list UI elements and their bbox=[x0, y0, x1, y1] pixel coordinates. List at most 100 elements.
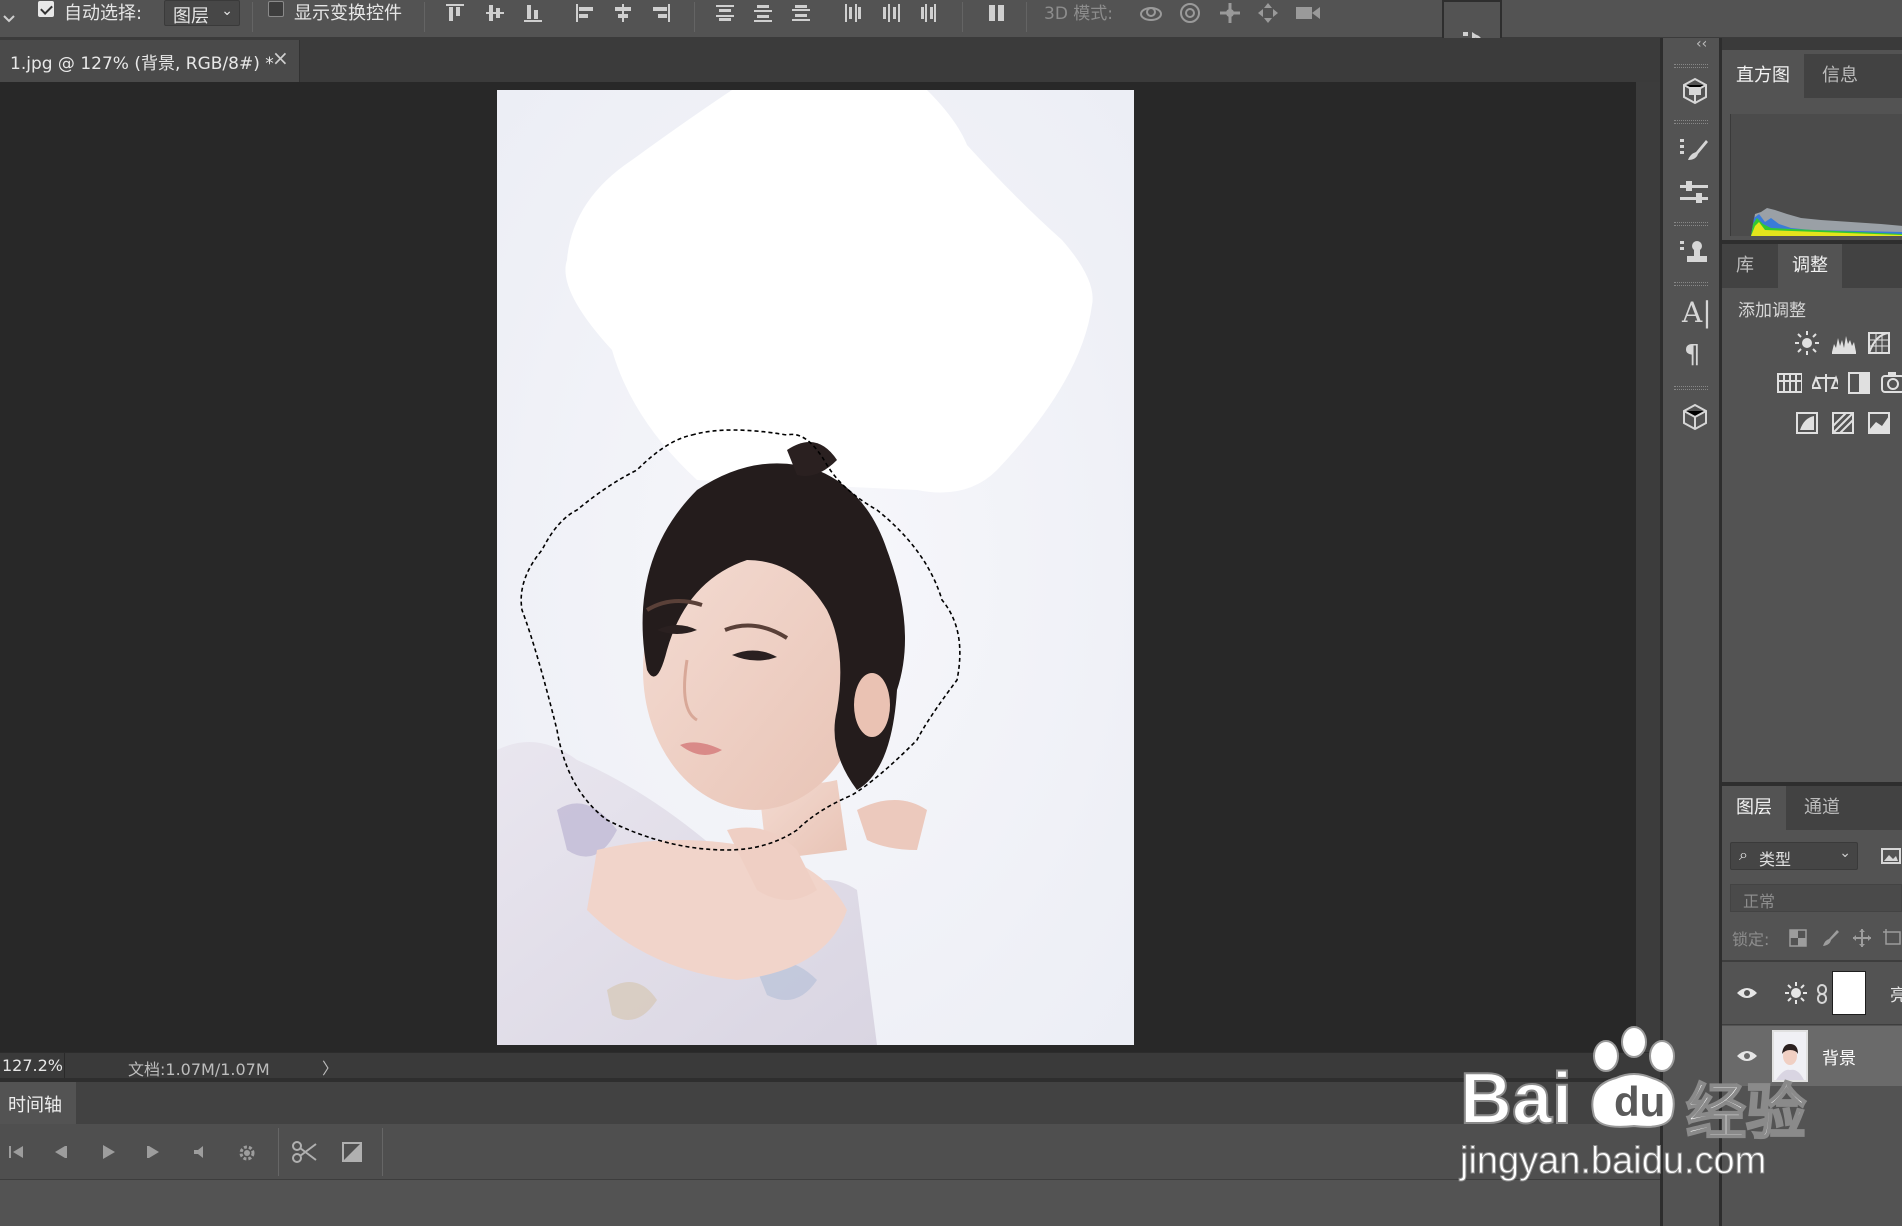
tab-info[interactable]: 信息 bbox=[1808, 54, 1872, 98]
auto-align-icon[interactable] bbox=[986, 2, 1008, 24]
slide-3d-icon[interactable] bbox=[1256, 1, 1280, 25]
timeline-separator bbox=[382, 1128, 383, 1176]
tool-preset-chevron-icon[interactable] bbox=[2, 8, 16, 28]
distribute-left-icon[interactable] bbox=[842, 2, 864, 24]
previous-frame-icon[interactable] bbox=[50, 1142, 70, 1162]
add-adjustment-label: 添加调整 bbox=[1738, 301, 1806, 321]
layer-name: 亮 bbox=[1890, 986, 1902, 1006]
vertical-scrollbar[interactable] bbox=[1636, 82, 1660, 1052]
brush-settings-icon[interactable] bbox=[1678, 136, 1708, 166]
timeline-separator bbox=[278, 1128, 279, 1176]
photo-image bbox=[497, 90, 1134, 1045]
scale-3d-icon[interactable] bbox=[1294, 2, 1322, 24]
strip-grip bbox=[1674, 120, 1708, 124]
layer-mask-thumbnail[interactable] bbox=[1832, 971, 1866, 1015]
align-vertical-center-icon[interactable] bbox=[484, 2, 506, 24]
paragraph-panel-icon[interactable]: ¶ bbox=[1684, 340, 1701, 370]
pan-3d-icon[interactable] bbox=[1218, 1, 1242, 25]
rotate-3d-icon[interactable] bbox=[1138, 1, 1164, 25]
brightness-contrast-icon[interactable] bbox=[1794, 330, 1820, 356]
document-tab[interactable]: 1.jpg @ 127% (背景, RGB/8#) * × bbox=[0, 40, 300, 82]
timeline-tab[interactable]: 时间轴 bbox=[0, 1082, 76, 1124]
lock-artboard-icon[interactable] bbox=[1882, 928, 1902, 948]
chevron-down-icon: ⌄ bbox=[221, 3, 233, 19]
lock-transparent-pixels-icon[interactable] bbox=[1788, 928, 1808, 948]
toolbar-separator bbox=[252, 2, 253, 32]
color-balance-icon[interactable] bbox=[1812, 370, 1838, 396]
tab-libraries[interactable]: 库 bbox=[1722, 244, 1768, 288]
clone-source-icon[interactable] bbox=[1678, 238, 1708, 268]
settings-gear-icon[interactable] bbox=[236, 1142, 258, 1164]
distribute-bottom-icon[interactable] bbox=[790, 2, 812, 24]
transition-icon[interactable] bbox=[340, 1140, 364, 1164]
3d-cube-icon[interactable] bbox=[1680, 402, 1710, 432]
blend-mode-dropdown[interactable]: 正常 bbox=[1730, 884, 1902, 912]
distribute-top-icon[interactable] bbox=[714, 2, 736, 24]
strip-grip bbox=[1674, 282, 1708, 286]
auto-select-checkbox[interactable] bbox=[38, 1, 54, 17]
timeline-header bbox=[0, 1082, 1660, 1124]
blend-mode-value: 正常 bbox=[1743, 892, 1776, 911]
timeline-tab-label: 时间轴 bbox=[8, 1095, 62, 1116]
tab-adjustments[interactable]: 调整 bbox=[1778, 244, 1842, 288]
audio-icon[interactable] bbox=[190, 1142, 210, 1162]
black-white-icon[interactable] bbox=[1846, 370, 1872, 396]
distribute-right-icon[interactable] bbox=[918, 2, 940, 24]
tab-channels[interactable]: 通道 bbox=[1790, 786, 1854, 830]
hue-saturation-icon[interactable] bbox=[1776, 370, 1802, 396]
align-horizontal-center-icon[interactable] bbox=[612, 2, 634, 24]
layer-row-adjustment[interactable]: 亮 bbox=[1722, 965, 1902, 1025]
document-canvas[interactable] bbox=[497, 90, 1134, 1045]
photoshop-window: 自动选择: 图层 ⌄ 显示变换控件 3D 模式: 1.jpg @ 127% (背… bbox=[0, 0, 1902, 1226]
document-size: 文档:1.07M/1.07M bbox=[128, 1060, 270, 1079]
distribute-horizontal-center-icon[interactable] bbox=[880, 2, 902, 24]
mode-3d-label: 3D 模式: bbox=[1044, 4, 1114, 24]
filter-pixel-layer-icon[interactable] bbox=[1880, 846, 1902, 866]
layers-panel-tabs: 图层 通道 bbox=[1722, 786, 1902, 830]
lock-position-icon[interactable] bbox=[1852, 928, 1872, 948]
3d-panel-icon[interactable] bbox=[1680, 76, 1710, 106]
align-top-icon[interactable] bbox=[444, 2, 466, 24]
levels-icon[interactable] bbox=[1830, 330, 1856, 356]
play-icon[interactable] bbox=[98, 1142, 118, 1162]
zoom-level[interactable]: 127.2% bbox=[2, 1056, 63, 1075]
tab-layers[interactable]: 图层 bbox=[1722, 786, 1786, 830]
invert-icon[interactable] bbox=[1794, 410, 1820, 436]
align-left-icon[interactable] bbox=[574, 2, 596, 24]
character-panel-icon[interactable]: A| bbox=[1682, 296, 1712, 329]
align-right-icon[interactable] bbox=[650, 2, 672, 24]
document-tab-close-icon[interactable]: × bbox=[272, 46, 289, 70]
visibility-eye-icon[interactable] bbox=[1736, 985, 1758, 1001]
auto-select-target-value: 图层 bbox=[173, 6, 209, 27]
strip-grip bbox=[1674, 222, 1708, 226]
first-frame-icon[interactable] bbox=[6, 1142, 26, 1162]
show-transform-label: 显示变换控件 bbox=[294, 3, 402, 24]
watermark-product: 经验 bbox=[1685, 1077, 1807, 1149]
show-transform-checkbox[interactable] bbox=[268, 1, 284, 17]
scissors-icon[interactable] bbox=[290, 1138, 318, 1166]
photo-filter-icon[interactable] bbox=[1880, 370, 1902, 396]
mask-link-icon[interactable] bbox=[1816, 983, 1828, 1005]
watermark-url: jingyan.baidu.com bbox=[1459, 1140, 1767, 1183]
collapse-panels-icon[interactable]: ‹‹ bbox=[1696, 36, 1707, 52]
adjustments-panel-tabs: 库 调整 bbox=[1722, 244, 1902, 288]
lock-image-pixels-icon[interactable] bbox=[1820, 928, 1840, 948]
gradient-map-icon[interactable] bbox=[1866, 410, 1892, 436]
toolbar-separator bbox=[1026, 2, 1027, 32]
next-frame-icon[interactable] bbox=[144, 1142, 164, 1162]
status-menu-arrow-icon[interactable]: 〉 bbox=[322, 1055, 338, 1079]
distribute-vertical-center-icon[interactable] bbox=[752, 2, 774, 24]
align-bottom-icon[interactable] bbox=[522, 2, 544, 24]
adjustment-sliders-icon[interactable] bbox=[1678, 178, 1708, 208]
roll-3d-icon[interactable] bbox=[1178, 1, 1202, 25]
layer-filter-dropdown[interactable]: ⌕ 类型 ⌄ bbox=[1730, 842, 1858, 870]
auto-select-target-dropdown[interactable]: 图层 ⌄ bbox=[164, 0, 240, 27]
curves-icon[interactable] bbox=[1866, 330, 1892, 356]
posterize-icon[interactable] bbox=[1830, 410, 1856, 436]
tab-histogram[interactable]: 直方图 bbox=[1722, 54, 1804, 98]
baidu-watermark: Bai du 经验 jingyan.baidu.com bbox=[1459, 1020, 1902, 1200]
layers-list-divider bbox=[1722, 960, 1902, 962]
histogram-panel-tabs: 直方图 信息 bbox=[1722, 54, 1902, 98]
status-bar: 127.2% 文档:1.07M/1.07M 〉 bbox=[0, 1052, 1660, 1079]
options-bar: 自动选择: 图层 ⌄ 显示变换控件 3D 模式: bbox=[0, 0, 1902, 38]
